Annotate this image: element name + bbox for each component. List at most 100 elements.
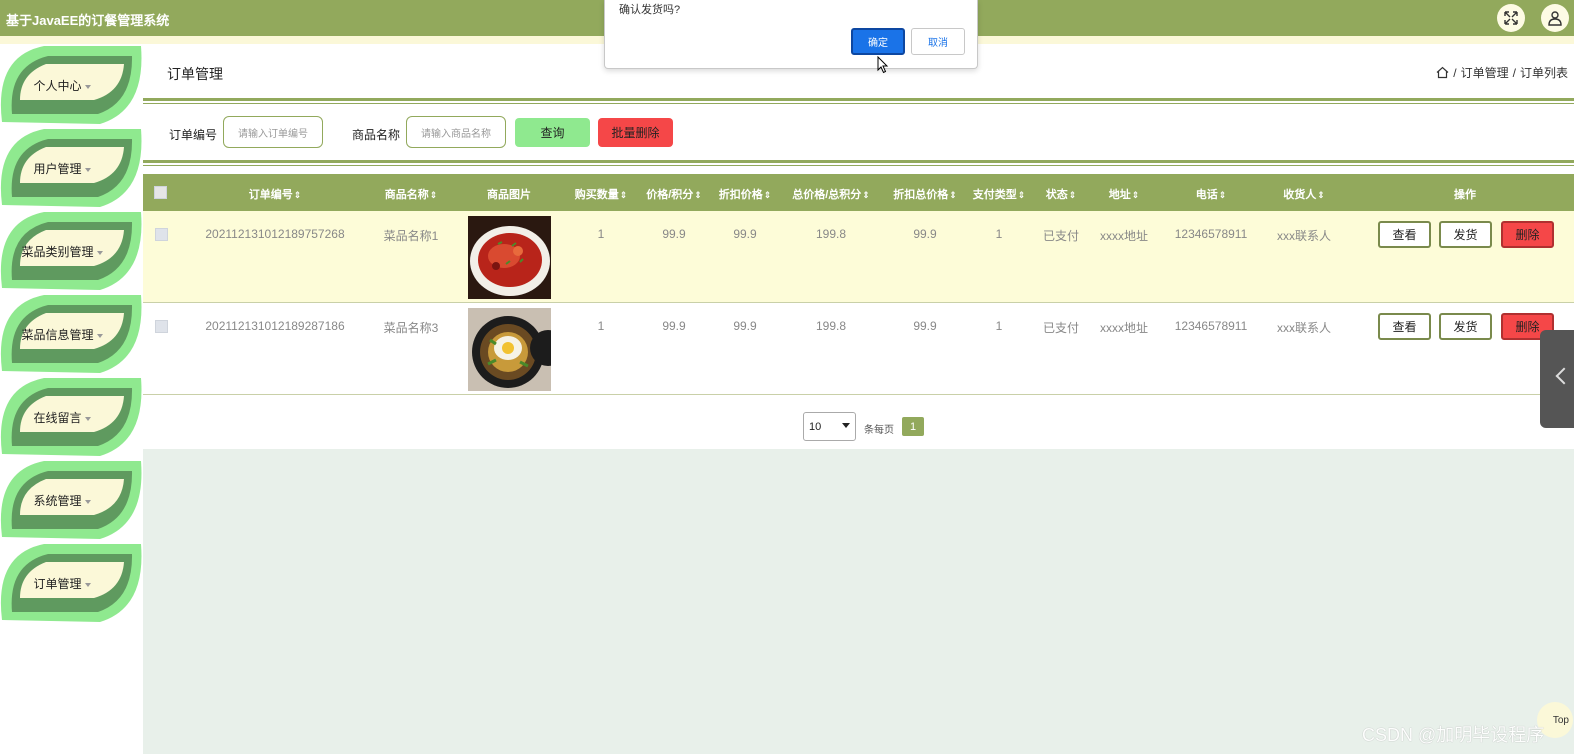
caret-down-icon xyxy=(96,333,103,338)
sidebar-item-user-management[interactable]: 用户管理 xyxy=(0,127,143,209)
sort-icon[interactable]: ⇕ xyxy=(949,190,957,200)
caret-down-icon xyxy=(84,416,91,421)
order-list-panel: 订单管理 / 订单管理 / 订单列表 订单编号 请输入订单编号 商品名称 请输入… xyxy=(143,44,1574,449)
cell-total: 199.8 xyxy=(815,227,847,241)
column-header-price[interactable]: 价格/积分⇕ xyxy=(646,186,702,202)
app-title: 基于JavaEE的订餐管理系统 xyxy=(6,13,170,28)
current-page-button[interactable]: 1 xyxy=(902,417,924,436)
cell-goods-name: 菜品名称1 xyxy=(383,229,439,243)
cell-discount-price: 99.9 xyxy=(733,319,757,333)
fullscreen-icon[interactable] xyxy=(1497,4,1525,32)
cell-discount-total: 99.9 xyxy=(913,319,937,333)
sort-icon[interactable]: ⇕ xyxy=(764,190,772,200)
divider xyxy=(143,98,1574,104)
goods-name-input[interactable]: 请输入商品名称 xyxy=(406,116,506,148)
sort-icon[interactable]: ⇕ xyxy=(1069,190,1077,200)
cell-status: 已支付 xyxy=(1042,229,1080,243)
breadcrumb-separator: / xyxy=(1512,65,1516,80)
cell-order-no: 202112131012189757268 xyxy=(205,227,345,241)
chevron-left-icon xyxy=(1555,367,1573,385)
column-header-goods-name[interactable]: 商品名称⇕ xyxy=(385,186,438,202)
column-header-status[interactable]: 状态⇕ xyxy=(1046,186,1077,202)
mouse-cursor-icon xyxy=(877,56,889,74)
sort-icon[interactable]: ⇕ xyxy=(1018,190,1026,200)
table-row: 202112131012189757268 菜品名称1 1 99.9 99.9 … xyxy=(143,211,1574,303)
sort-icon[interactable]: ⇕ xyxy=(1132,190,1140,200)
caret-down-icon xyxy=(84,84,91,89)
sidebar-item-label: 菜品信息管理 xyxy=(21,328,94,342)
sidebar-item-label: 菜品类别管理 xyxy=(21,245,94,259)
sidebar-item-dish-category[interactable]: 菜品类别管理 xyxy=(0,210,143,292)
cell-total: 199.8 xyxy=(815,319,847,333)
column-header-discount-total[interactable]: 折扣总价格⇕ xyxy=(893,186,957,202)
sort-icon[interactable]: ⇕ xyxy=(1317,190,1325,200)
main-content: 订单管理 / 订单管理 / 订单列表 订单编号 请输入订单编号 商品名称 请输入… xyxy=(143,44,1574,754)
caret-down-icon xyxy=(84,582,91,587)
cell-qty: 1 xyxy=(597,227,605,241)
delete-button[interactable]: 删除 xyxy=(1501,221,1554,248)
cell-phone: 12346578911 xyxy=(1174,227,1248,241)
batch-delete-button[interactable]: 批量删除 xyxy=(598,118,673,147)
page-size-select[interactable]: 10 xyxy=(803,412,856,441)
column-header-receiver[interactable]: 收货人⇕ xyxy=(1283,186,1325,202)
column-header-total[interactable]: 总价格/总积分⇕ xyxy=(792,186,870,202)
column-header-goods-image: 商品图片 xyxy=(487,189,531,201)
cell-price: 99.9 xyxy=(662,319,686,333)
table-row: 202112131012189287186 菜品名称3 1 99.9 99.9 … xyxy=(143,303,1574,395)
sort-icon[interactable]: ⇕ xyxy=(862,190,870,200)
sidebar-item-system-management[interactable]: 系统管理 xyxy=(0,459,143,541)
sidebar-item-label: 系统管理 xyxy=(33,494,82,508)
cell-pay-type: 1 xyxy=(995,319,1003,333)
confirm-button[interactable]: 确定 xyxy=(851,28,905,55)
cell-goods-name: 菜品名称3 xyxy=(383,321,439,335)
dish-image xyxy=(468,308,551,391)
sidebar: 个人中心 用户管理 菜品类别管理 菜品信息管理 在线留言 系统管理 订单管理 xyxy=(0,44,143,754)
sidebar-item-label: 订单管理 xyxy=(33,577,82,591)
sort-icon[interactable]: ⇕ xyxy=(1219,190,1227,200)
home-icon[interactable] xyxy=(1436,66,1449,79)
sort-icon[interactable]: ⇕ xyxy=(294,190,302,200)
side-drawer-toggle[interactable] xyxy=(1540,330,1574,428)
sidebar-item-order-management[interactable]: 订单管理 xyxy=(0,542,143,624)
cell-address: xxxx地址 xyxy=(1099,229,1149,243)
caret-down-icon xyxy=(84,167,91,172)
sidebar-item-dish-info[interactable]: 菜品信息管理 xyxy=(0,293,143,375)
order-no-input[interactable]: 请输入订单编号 xyxy=(223,116,323,148)
cell-discount-total: 99.9 xyxy=(913,227,937,241)
search-button[interactable]: 查询 xyxy=(515,118,590,147)
breadcrumb-item[interactable]: 订单管理 xyxy=(1461,64,1509,81)
column-header-pay-type[interactable]: 支付类型⇕ xyxy=(973,186,1026,202)
cancel-button[interactable]: 取消 xyxy=(911,28,965,55)
column-header-phone[interactable]: 电话⇕ xyxy=(1196,186,1227,202)
breadcrumb-separator: / xyxy=(1453,65,1457,80)
view-button[interactable]: 查看 xyxy=(1378,313,1431,340)
sidebar-item-personal-center[interactable]: 个人中心 xyxy=(0,44,143,126)
cell-phone: 12346578911 xyxy=(1174,319,1248,333)
sidebar-item-label: 用户管理 xyxy=(33,162,82,176)
select-all-checkbox[interactable] xyxy=(154,186,167,199)
cell-receiver: xxx联系人 xyxy=(1276,321,1332,335)
column-header-address[interactable]: 地址⇕ xyxy=(1109,186,1140,202)
ship-button[interactable]: 发货 xyxy=(1439,221,1492,248)
user-icon[interactable] xyxy=(1541,4,1569,32)
caret-down-icon xyxy=(96,250,103,255)
page-title: 订单管理 xyxy=(167,66,223,82)
caret-down-icon xyxy=(84,499,91,504)
sidebar-item-online-message[interactable]: 在线留言 xyxy=(0,376,143,458)
column-header-order-no[interactable]: 订单编号⇕ xyxy=(249,186,302,202)
sort-icon[interactable]: ⇕ xyxy=(620,190,628,200)
row-checkbox[interactable] xyxy=(155,320,168,333)
column-header-discount-price[interactable]: 折扣价格⇕ xyxy=(719,186,772,202)
sort-icon[interactable]: ⇕ xyxy=(430,190,438,200)
sort-icon[interactable]: ⇕ xyxy=(694,190,702,200)
cell-qty: 1 xyxy=(597,319,605,333)
breadcrumb-item: 订单列表 xyxy=(1519,66,1568,80)
confirm-dialog: 确认发货吗? 确定 取消 xyxy=(604,0,978,69)
ship-button[interactable]: 发货 xyxy=(1439,313,1492,340)
view-button[interactable]: 查看 xyxy=(1378,221,1431,248)
divider xyxy=(143,160,1574,166)
row-checkbox[interactable] xyxy=(155,228,168,241)
column-header-qty[interactable]: 购买数量⇕ xyxy=(575,186,628,202)
chevron-down-icon xyxy=(842,423,850,428)
cell-receiver: xxx联系人 xyxy=(1276,229,1332,243)
